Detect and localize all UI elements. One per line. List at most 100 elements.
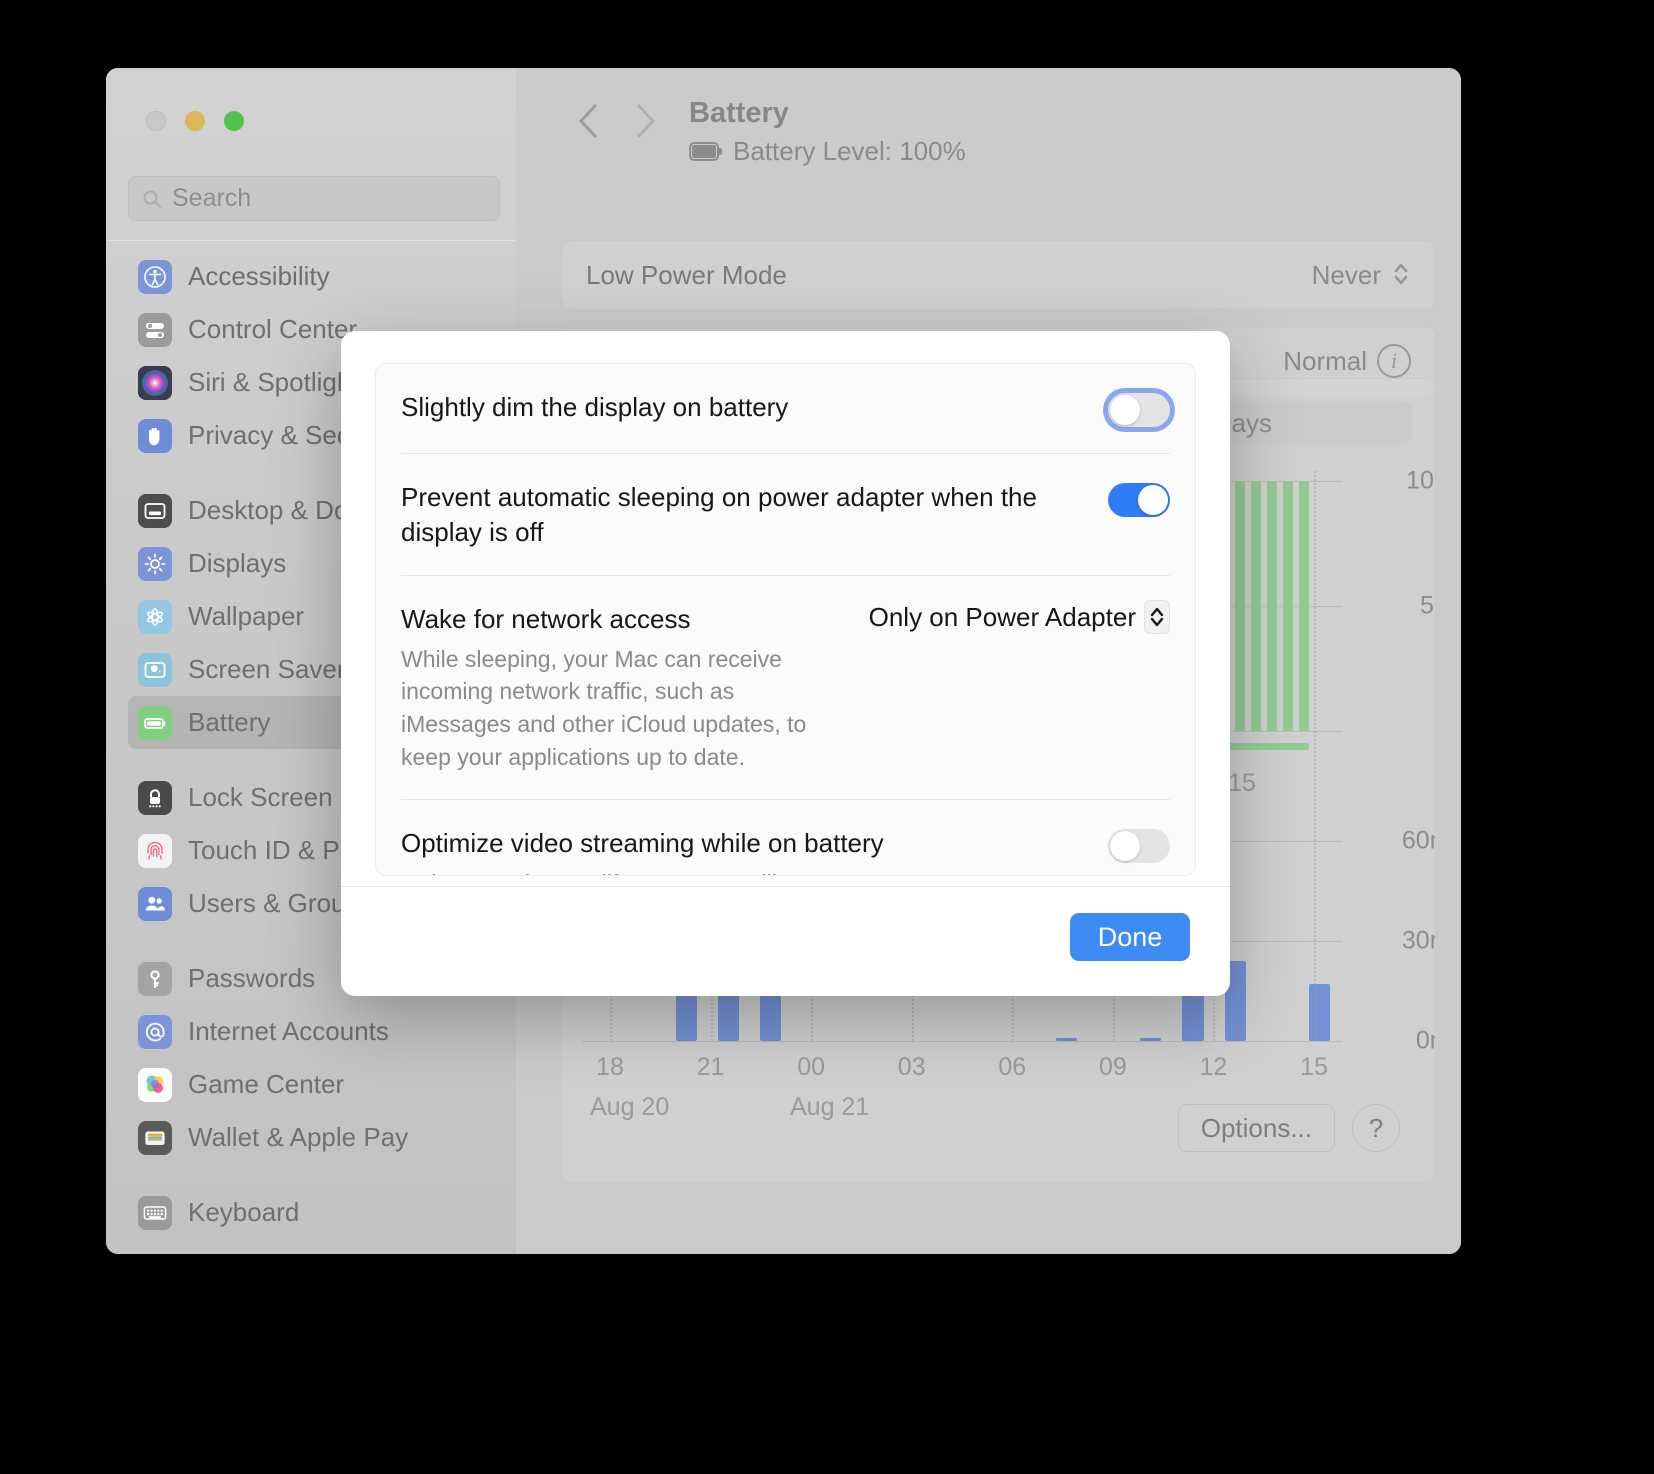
y-axis-tick-label: 0%: [1434, 717, 1435, 746]
toggle-switch[interactable]: [1108, 483, 1170, 517]
x-axis-tick-label: 00: [797, 1053, 826, 1081]
x-axis-tick-label: 06: [998, 1053, 1027, 1081]
sidebar-item-game-center[interactable]: Game Center: [128, 1058, 494, 1111]
sidebar-item-label: Accessibility: [188, 261, 330, 291]
pane-header: Battery Battery Level: 100%: [561, 93, 966, 167]
sidebar-item-label: Keyboard: [188, 1197, 300, 1227]
x-axis-tick-label: 09: [1098, 1053, 1127, 1081]
sheet-row-title: Prevent automatic sleeping on power adap…: [401, 482, 1037, 547]
gridline: [582, 1041, 1342, 1042]
y-axis-tick-label: 100%: [1406, 466, 1435, 495]
sidebar-item-label: Siri & Spotlight: [188, 367, 359, 397]
sidebar-item-accessibility[interactable]: Accessibility: [128, 250, 494, 303]
wallet-icon: [138, 1120, 172, 1155]
sheet-row-description: To increase battery life, your Mac will …: [401, 867, 851, 875]
privacy-hand-icon: [138, 418, 172, 453]
users-groups-icon: [138, 886, 172, 921]
battery-level-bar: [1283, 481, 1293, 731]
sidebar-item-keyboard[interactable]: Keyboard: [128, 1186, 494, 1239]
usage-bar: [1140, 1037, 1162, 1041]
low-power-mode-label: Low Power Mode: [586, 259, 787, 290]
page-title-block: Battery Battery Level: 100%: [689, 97, 966, 167]
toggle-knob: [1138, 485, 1168, 515]
day-label: Aug 20: [590, 1093, 670, 1121]
toggle-knob: [1110, 831, 1140, 862]
battery-health-value-group: Normal i: [1283, 344, 1411, 378]
wake-network-value: Only on Power Adapter: [868, 601, 1136, 632]
y-axis-tick-label: 50%: [1419, 591, 1435, 620]
battery-level-bar: [1267, 481, 1277, 731]
low-power-mode-value: Never: [1311, 259, 1381, 290]
usage-bar: [1055, 1037, 1077, 1041]
wallpaper-icon: [138, 599, 172, 634]
toggle-switch[interactable]: [1108, 393, 1170, 427]
x-axis-tick-label: 03: [897, 1053, 926, 1081]
sidebar-item-label: Game Center: [188, 1069, 345, 1099]
chevron-updown-icon: [1144, 600, 1170, 635]
sheet-row: Prevent automatic sleeping on power adap…: [376, 454, 1195, 575]
sheet-row-title: Wake for network access: [401, 604, 691, 635]
sidebar-item-internet-accounts[interactable]: Internet Accounts: [128, 1005, 494, 1058]
displays-sun-icon: [138, 546, 172, 581]
minimize-button[interactable]: [185, 111, 205, 131]
sheet-options-list: Slightly dim the display on battery Preve…: [375, 363, 1196, 876]
x-axis-tick-label: 18: [596, 1053, 624, 1081]
desktop-dock-icon: [138, 493, 172, 528]
info-icon[interactable]: i: [1377, 344, 1411, 378]
help-label: ?: [1368, 1112, 1384, 1143]
forward-button[interactable]: [617, 93, 673, 149]
sidebar-item-label: Battery: [188, 707, 271, 737]
back-button[interactable]: [561, 93, 617, 149]
options-label: Options...: [1200, 1112, 1312, 1143]
sidebar-item-label: Control Center: [188, 314, 358, 344]
control-center-icon: [138, 312, 172, 347]
battery-level-text: Battery Level: 100%: [733, 136, 966, 166]
sidebar-item-label: Screen Saver: [188, 654, 346, 684]
sidebar-divider: [106, 240, 516, 241]
sheet-footer: Done: [341, 886, 1230, 996]
x-axis-tick-label: 15: [1228, 769, 1256, 797]
y-axis-tick-label: 0min: [1415, 1026, 1435, 1055]
sidebar-item-label: Lock Screen: [188, 782, 333, 812]
keyboard-icon: [138, 1195, 172, 1230]
battery-level-status: Battery Level: 100%: [689, 136, 966, 167]
sidebar-item-label: Passwords: [188, 963, 316, 993]
search-placeholder: Search: [172, 184, 252, 212]
sidebar-item-label: Displays: [188, 548, 287, 578]
sidebar-group-separator: [128, 1164, 494, 1186]
toggle-switch[interactable]: [1108, 829, 1170, 864]
battery-level-bar: [1235, 481, 1245, 731]
low-power-mode-card: Low Power Mode Never: [561, 240, 1436, 310]
x-axis-tick-label: 12: [1199, 1053, 1228, 1081]
battery-icon: [138, 705, 172, 740]
wake-network-popup[interactable]: Only on Power Adapter: [868, 600, 1170, 635]
battery-health-value: Normal: [1283, 345, 1367, 376]
sheet-row: Optimize video streaming while on batter…: [376, 800, 1195, 875]
help-button[interactable]: ?: [1352, 1104, 1400, 1152]
touch-id-icon: [138, 833, 172, 868]
accessibility-icon: [138, 259, 172, 294]
sheet-row-description: While sleeping, your Mac can receive inc…: [401, 645, 807, 770]
game-center-icon: [138, 1067, 172, 1102]
battery-level-bar: [1299, 481, 1309, 731]
sidebar-item-label: Internet Accounts: [188, 1016, 389, 1046]
sheet-row-title: Optimize video streaming while on batter…: [401, 828, 884, 859]
x-axis-tick-label: 15: [1300, 1053, 1328, 1081]
search-icon: [142, 189, 162, 209]
vertical-gridline: [1314, 471, 1316, 1041]
low-power-mode-popup[interactable]: Never: [1312, 260, 1411, 291]
options-button[interactable]: Options...: [1177, 1104, 1335, 1152]
battery-full-icon: [689, 142, 722, 161]
zoom-button[interactable]: [224, 111, 244, 131]
page-title: Battery: [689, 97, 789, 129]
search-input[interactable]: Search: [128, 176, 500, 221]
battery-level-bar: [1251, 481, 1261, 731]
sidebar-item-wallet-apple-pay[interactable]: Wallet & Apple Pay: [128, 1111, 494, 1164]
screen-saver-icon: [138, 652, 172, 687]
battery-options-sheet: Slightly dim the display on battery Preve…: [341, 331, 1230, 996]
battery-level-baseline: [1219, 743, 1309, 750]
lock-icon: [138, 780, 172, 815]
y-axis-tick-label: 60min: [1401, 826, 1435, 855]
close-button[interactable]: [146, 111, 166, 131]
done-button[interactable]: Done: [1070, 913, 1190, 961]
